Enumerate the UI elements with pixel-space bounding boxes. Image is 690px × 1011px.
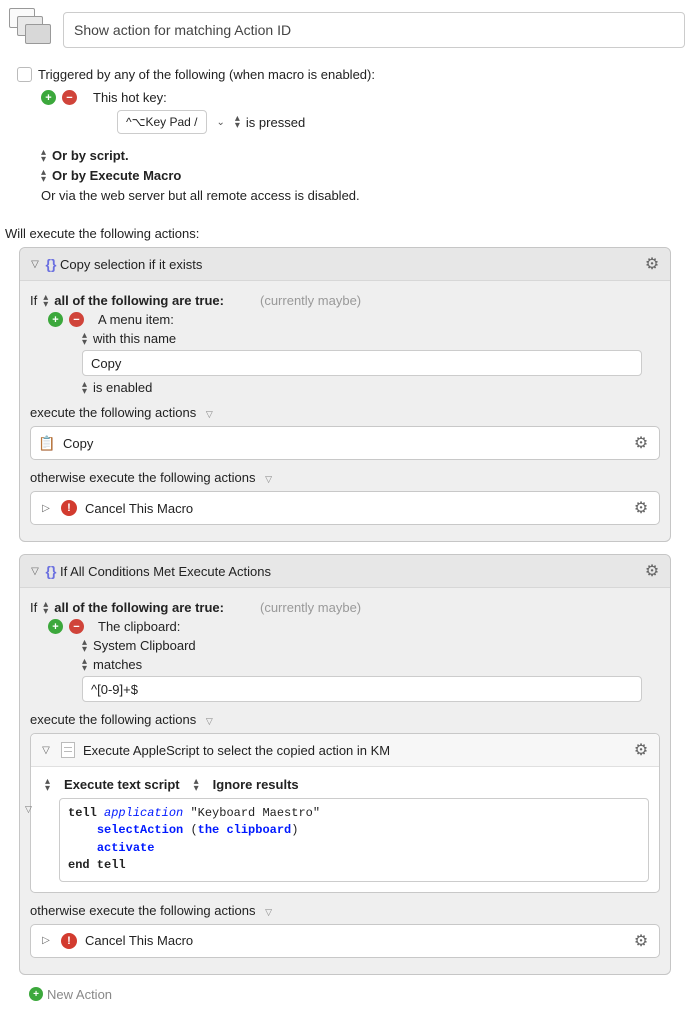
hotkey-menu-chevron[interactable]: ⌄ xyxy=(213,117,229,128)
or-web-label: Or via the web server but all remote acc… xyxy=(41,188,360,203)
sub-action-cancel[interactable]: ▷ ! Cancel This Macro ⚙ xyxy=(30,924,660,958)
otherwise-toggle[interactable]: ▽ xyxy=(259,907,272,917)
alert-icon: ! xyxy=(61,500,77,516)
action-panel-if-conditions: ▽ {} If All Conditions Met Execute Actio… xyxy=(19,554,671,975)
disclosure-toggle[interactable]: ▽ xyxy=(28,259,42,270)
clipboard-source-selector[interactable]: ▴▾ xyxy=(82,639,87,653)
execute-actions-label: execute the following actions xyxy=(30,405,196,420)
execute-actions-toggle[interactable]: ▽ xyxy=(200,716,213,726)
state-selector[interactable]: ▴▾ xyxy=(82,381,87,395)
sub-action-applescript: ▽ Execute AppleScript to select the copi… xyxy=(30,733,660,893)
sub-action-label: Copy xyxy=(63,436,93,451)
otherwise-label: otherwise execute the following actions xyxy=(30,470,255,485)
clipboard-source-label: System Clipboard xyxy=(93,638,196,653)
if-mode-selector[interactable]: ▴▾ xyxy=(43,294,48,308)
remove-trigger-button[interactable]: − xyxy=(62,90,77,105)
braces-icon: {} xyxy=(42,562,60,580)
alert-icon: ! xyxy=(61,933,77,949)
add-trigger-button[interactable]: + xyxy=(41,90,56,105)
execute-actions-toggle[interactable]: ▽ xyxy=(200,409,213,419)
script-disclosure[interactable]: ▽ xyxy=(25,804,32,815)
new-action-button[interactable]: + New Action xyxy=(29,987,685,1002)
if-mode-label: all of the following are true: xyxy=(54,293,224,308)
braces-icon: {} xyxy=(42,255,60,273)
gear-icon[interactable]: ⚙ xyxy=(631,931,651,951)
sub-action-title: Execute AppleScript to select the copied… xyxy=(83,743,390,758)
match-mode-selector[interactable]: ▴▾ xyxy=(82,332,87,346)
chevron-right-icon[interactable]: ▷ xyxy=(39,935,53,946)
otherwise-toggle[interactable]: ▽ xyxy=(259,474,272,484)
plus-icon: + xyxy=(29,987,43,1001)
or-execute-label: Or by Execute Macro xyxy=(52,168,181,183)
new-action-label: New Action xyxy=(47,987,112,1002)
sub-action-label: Cancel This Macro xyxy=(85,501,193,516)
script-source-selector[interactable]: ▴▾ xyxy=(45,778,50,792)
clipboard-icon: 📋 xyxy=(39,435,55,451)
remove-condition-button[interactable]: − xyxy=(69,312,84,327)
hotkey-state-label: is pressed xyxy=(246,115,305,130)
match-mode-label: matches xyxy=(93,657,142,672)
currently-label: (currently maybe) xyxy=(260,293,361,308)
macro-icon xyxy=(5,5,55,55)
gear-icon[interactable]: ⚙ xyxy=(631,740,651,760)
match-mode-selector[interactable]: ▴▾ xyxy=(82,658,87,672)
match-mode-label: with this name xyxy=(93,331,176,346)
triggered-checkbox[interactable] xyxy=(17,67,32,82)
action-panel-copy-selection: ▽ {} Copy selection if it exists ⚙ If ▴▾… xyxy=(19,247,671,542)
if-label: If xyxy=(30,293,37,308)
chevron-right-icon[interactable]: ▷ xyxy=(39,503,53,514)
triggered-label: Triggered by any of the following (when … xyxy=(38,67,375,82)
state-label: is enabled xyxy=(93,380,152,395)
remove-condition-button[interactable]: − xyxy=(69,619,84,634)
or-script-label: Or by script. xyxy=(52,148,129,163)
condition-type-label: The clipboard: xyxy=(98,619,180,634)
add-condition-button[interactable]: + xyxy=(48,619,63,634)
gear-icon[interactable]: ⚙ xyxy=(631,498,651,518)
results-mode-label: Ignore results xyxy=(213,777,299,792)
disclosure-toggle[interactable]: ▽ xyxy=(39,745,53,756)
gear-icon[interactable]: ⚙ xyxy=(631,433,651,453)
hotkey-label: This hot key: xyxy=(93,90,167,105)
script-icon xyxy=(61,742,75,758)
hotkey-state-selector[interactable]: ▴▾ xyxy=(235,115,240,129)
or-script-selector[interactable]: ▴▾ xyxy=(41,149,46,163)
match-value-input[interactable]: Copy xyxy=(82,350,642,376)
if-label: If xyxy=(30,600,37,615)
add-condition-button[interactable]: + xyxy=(48,312,63,327)
otherwise-label: otherwise execute the following actions xyxy=(30,903,255,918)
or-execute-selector[interactable]: ▴▾ xyxy=(41,169,46,183)
condition-type-label: A menu item: xyxy=(98,312,174,327)
gear-icon[interactable]: ⚙ xyxy=(642,254,662,274)
action-title: Copy selection if it exists xyxy=(60,257,202,272)
currently-label: (currently maybe) xyxy=(260,600,361,615)
script-source-label: Execute text script xyxy=(64,777,180,792)
regex-input[interactable]: ^[0-9]+$ xyxy=(82,676,642,702)
execute-actions-label: execute the following actions xyxy=(30,712,196,727)
execute-heading: Will execute the following actions: xyxy=(5,226,685,241)
if-mode-label: all of the following are true: xyxy=(54,600,224,615)
if-mode-selector[interactable]: ▴▾ xyxy=(43,601,48,615)
gear-icon[interactable]: ⚙ xyxy=(642,561,662,581)
sub-action-label: Cancel This Macro xyxy=(85,933,193,948)
script-textarea[interactable]: tell application "Keyboard Maestro" sele… xyxy=(59,798,649,882)
results-mode-selector[interactable]: ▴▾ xyxy=(194,778,199,792)
sub-action-cancel[interactable]: ▷ ! Cancel This Macro ⚙ xyxy=(30,491,660,525)
action-title: If All Conditions Met Execute Actions xyxy=(60,564,271,579)
sub-action-copy[interactable]: 📋 Copy ⚙ xyxy=(30,426,660,460)
disclosure-toggle[interactable]: ▽ xyxy=(28,566,42,577)
macro-title-input[interactable] xyxy=(63,12,685,48)
hotkey-field[interactable]: ^⌥Key Pad / xyxy=(117,110,207,134)
